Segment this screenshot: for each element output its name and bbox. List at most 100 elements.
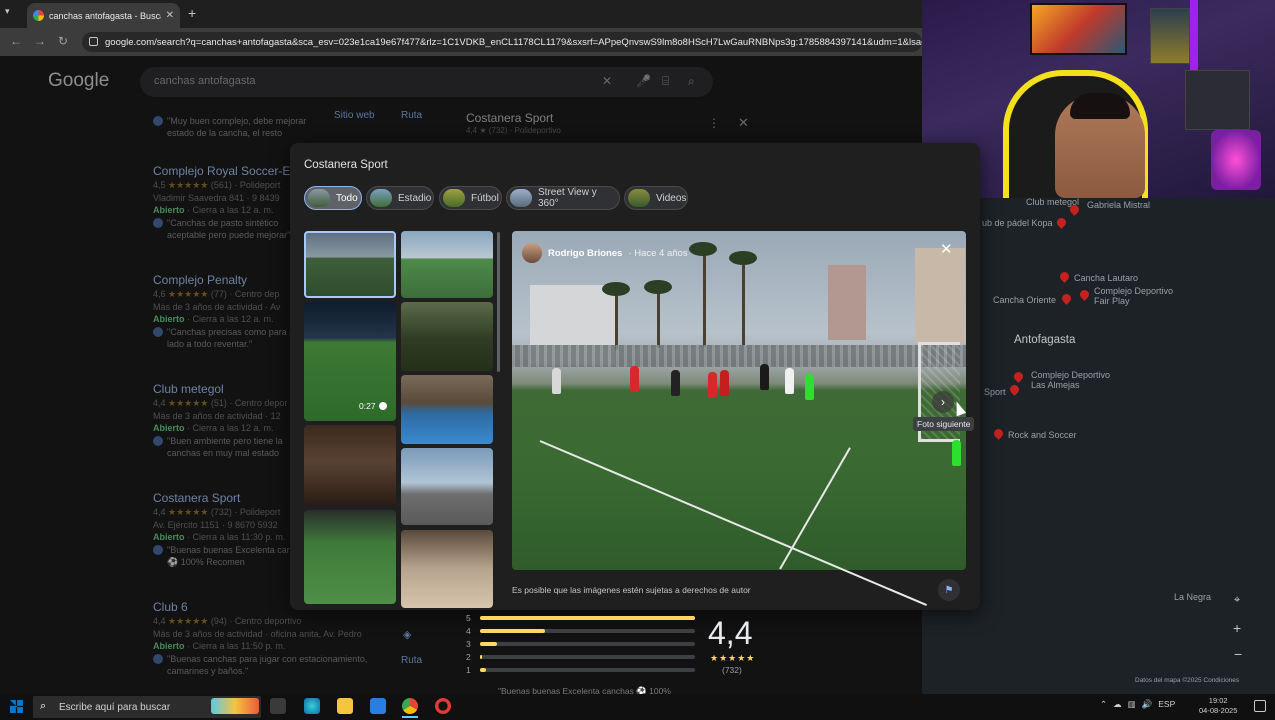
average-rating: 4,4 [708, 615, 753, 651]
photo-palm-trunk [703, 252, 706, 347]
play-icon [378, 402, 387, 410]
main-photo[interactable] [512, 231, 966, 570]
rating-row-label: 3 [466, 639, 471, 649]
address-bar[interactable]: google.com/search?q=canchas+antofagasta&… [82, 32, 922, 52]
photo-palm-trunk [615, 290, 618, 350]
photo-player [708, 372, 717, 398]
network-icon[interactable]: ▥ [1128, 699, 1136, 710]
back-icon[interactable]: ← [10, 34, 22, 48]
photo-building [828, 265, 866, 340]
chip-thumbnail [308, 189, 330, 207]
photo-player [720, 370, 729, 396]
photo-palm-trunk [657, 288, 660, 348]
avatar[interactable] [522, 243, 542, 263]
file-explorer-icon[interactable] [337, 698, 353, 714]
webcam-shelf [1185, 70, 1250, 130]
photo-thumbnail[interactable] [304, 425, 396, 505]
author-name[interactable]: Rodrigo Briones [548, 248, 622, 259]
volume-icon[interactable]: 🔊 [1142, 699, 1153, 710]
edge-icon[interactable] [304, 698, 320, 714]
photo-thumbnail[interactable] [401, 302, 493, 371]
chip-label: Fútbol [471, 192, 499, 204]
chip-thumbnail [628, 189, 650, 207]
task-view-icon[interactable] [270, 698, 286, 714]
store-icon[interactable] [370, 698, 386, 714]
google-favicon-icon [33, 10, 44, 21]
map-place-label[interactable]: Complejo Deportivo Las Almejas [1031, 370, 1116, 390]
photo-player [552, 368, 561, 394]
photo-palm-trunk [742, 260, 745, 345]
photo-thumbnail[interactable] [401, 375, 493, 444]
notifications-icon[interactable] [1254, 700, 1266, 712]
map-place-label[interactable]: ub de pádel Kopa [982, 218, 1053, 228]
chip-label: Videos [656, 192, 687, 204]
map-place-label[interactable]: Cancha Oriente [993, 295, 1056, 305]
chevron-right-icon: › [941, 395, 945, 409]
map-place-label[interactable]: Rock and Soccer [1008, 430, 1077, 440]
webcam-pink-light [1211, 130, 1261, 190]
photo-author[interactable]: Rodrigo Briones · Hace 4 años [522, 243, 688, 263]
chip-label: Todo [336, 192, 358, 204]
site-info-icon[interactable] [89, 37, 98, 46]
photo-player [760, 364, 769, 390]
photo-thumbnail[interactable] [304, 231, 396, 298]
photo-age: · Hace 4 años [628, 247, 688, 259]
tab-search-icon[interactable]: ▾ [5, 6, 10, 17]
photo-thumbnail[interactable] [401, 448, 493, 525]
map-place-label[interactable]: Sport [984, 387, 1006, 397]
zoom-in-icon[interactable]: + [1233, 620, 1241, 636]
modal-title: Costanera Sport [304, 159, 388, 171]
photo-palm-leaves [644, 280, 672, 294]
tray-overflow-icon[interactable]: ⌃ [1100, 699, 1107, 710]
map-place-label[interactable]: Gabriela Mistral [1087, 200, 1150, 210]
photo-player [805, 374, 814, 400]
photo-player [785, 368, 794, 394]
map-place-label: La Negra [1174, 592, 1212, 602]
taskbar-clock[interactable]: 19:02 04-08-2025 [1199, 696, 1237, 716]
webcam-poster [1150, 8, 1190, 64]
close-icon[interactable]: ✕ [940, 240, 953, 258]
rating-bar [480, 616, 695, 620]
reload-icon[interactable]: ↻ [58, 34, 68, 48]
photo-player [630, 366, 639, 392]
photo-thumbnail[interactable] [304, 510, 396, 604]
photo-thumbnail[interactable] [401, 231, 493, 298]
map-attribution: Datos del mapa ©2025 Condiciones [1135, 677, 1240, 684]
webcam-person-hair [1070, 93, 1130, 119]
language-indicator[interactable]: ESP [1158, 699, 1175, 710]
chip-thumbnail [370, 189, 392, 207]
obs-icon[interactable] [435, 698, 451, 714]
clock-time: 19:02 [1208, 696, 1228, 705]
next-photo-button[interactable]: › [932, 391, 954, 413]
map-place-label[interactable]: Complejo Deportivo Fair Play [1094, 286, 1184, 306]
rating-bar [480, 655, 695, 659]
my-location-icon[interactable]: ⌖ [1234, 594, 1240, 607]
photo-fence [512, 345, 966, 367]
chip-estadio[interactable]: Estadio [366, 186, 434, 210]
chip-thumbnail [510, 189, 532, 207]
copyright-notice: Es posible que las imágenes estén sujeta… [512, 585, 751, 595]
thumbnail-scrollbar[interactable] [497, 232, 500, 372]
zoom-out-icon[interactable]: − [1234, 646, 1242, 662]
map-place-label[interactable]: Club metegol [1026, 197, 1079, 207]
forward-icon[interactable]: → [34, 34, 46, 48]
chip-videos[interactable]: Videos [624, 186, 688, 210]
browser-tab[interactable]: canchas antofagasta - Buscar co ✕ [27, 3, 180, 28]
rating-bar [480, 668, 695, 672]
report-flag-button[interactable]: ⚑ [938, 579, 960, 601]
system-tray[interactable]: ⌃ ☁ ▥ 🔊 ESP [1100, 699, 1175, 710]
map-place-label[interactable]: Cancha Lautaro [1074, 273, 1138, 283]
chrome-icon[interactable] [402, 698, 418, 714]
rating-bar [480, 629, 695, 633]
photo-thumbnail[interactable] [401, 530, 493, 608]
flag-icon: ⚑ [944, 584, 954, 596]
chip-street-view[interactable]: Street View y 360° [506, 186, 620, 210]
onedrive-icon[interactable]: ☁ [1113, 699, 1122, 710]
chip-futbol[interactable]: Fútbol [439, 186, 502, 210]
clock-date: 04-08-2025 [1199, 706, 1238, 715]
chip-todo[interactable]: Todo [304, 186, 362, 210]
rating-row-label: 2 [466, 652, 471, 662]
new-tab-icon[interactable]: + [188, 5, 196, 21]
rating-row-label: 1 [466, 665, 471, 675]
close-tab-icon[interactable]: ✕ [166, 10, 174, 21]
